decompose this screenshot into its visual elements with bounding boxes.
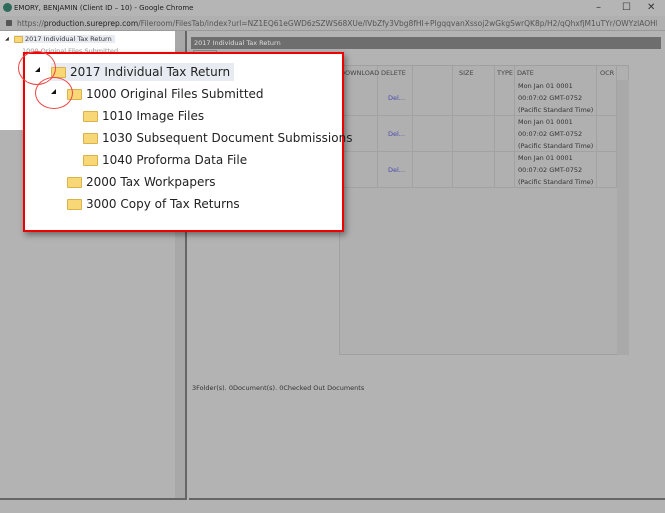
date-line: (Pacific Standard Time) <box>518 142 594 150</box>
date-line: 00:07:02 GMT-0752 <box>518 94 583 102</box>
date-cell: Mon Jan 01 0001 00:07:02 GMT-0752 (Pacific… <box>515 116 597 152</box>
date-cell: Mon Jan 01 0001 00:07:02 GMT-0752 (Pacific… <box>515 80 597 116</box>
tree-label: 1010 Image Files <box>102 109 205 123</box>
close-button[interactable]: ✕ <box>647 0 655 16</box>
date-line: (Pacific Standard Time) <box>518 178 594 186</box>
folder-icon <box>14 35 23 43</box>
files-table: DOWNLOAD DELETE SIZE TYPE DATE OCR Del..… <box>339 65 629 355</box>
table-scrollbar[interactable] <box>617 80 629 355</box>
lock-icon <box>6 20 12 26</box>
col-blank[interactable] <box>413 66 453 80</box>
tree-item[interactable]: 1040 Proforma Data File <box>83 151 247 169</box>
tree-label: 2017 Individual Tax Return <box>70 65 231 79</box>
tree-label: 1030 Subsequent Document Submissions <box>102 131 353 145</box>
table-cell <box>413 152 453 188</box>
table-row[interactable]: Del... Mon Jan 01 0001 00:07:02 GMT-0752 (P… <box>340 80 617 116</box>
expand-icon[interactable]: ◢ <box>5 36 9 42</box>
table-cell <box>495 116 515 152</box>
col-ocr[interactable]: OCR <box>597 66 617 80</box>
tree-item[interactable]: 2000 Tax Workpapers <box>67 173 216 191</box>
title-bar: EMORY, BENJAMIN (Client ID – 10) - Googl… <box>0 0 665 16</box>
date-line: Mon Jan 01 0001 <box>518 118 573 126</box>
date-line: Mon Jan 01 0001 <box>518 82 573 90</box>
tree-label: 2017 Individual Tax Return <box>25 35 112 43</box>
folder-icon <box>67 198 82 210</box>
folder-icon <box>83 154 98 166</box>
zoomed-tree-callout: 2017 Individual Tax Return 1000 Original … <box>18 51 352 232</box>
maximize-button[interactable]: ☐ <box>622 0 631 16</box>
date-line: 00:07:02 GMT-0752 <box>518 166 583 174</box>
table-cell <box>340 152 378 188</box>
table-cell <box>597 152 617 188</box>
table-cell <box>597 80 617 116</box>
tree-label: 3000 Copy of Tax Returns <box>86 197 240 211</box>
col-date[interactable]: DATE <box>515 66 597 80</box>
tree-label: 1000 Original Files Submitted <box>86 87 264 101</box>
table-cell <box>495 152 515 188</box>
col-download[interactable]: DOWNLOAD <box>340 66 379 80</box>
col-delete[interactable]: DELETE <box>378 66 413 80</box>
address-bar[interactable]: https://production.sureprep.com/Fileroom… <box>0 16 665 31</box>
date-cell: Mon Jan 01 0001 00:07:02 GMT-0752 (Pacific… <box>515 152 597 188</box>
table-cell <box>453 116 495 152</box>
minimize-button[interactable]: – <box>596 0 601 16</box>
date-line: (Pacific Standard Time) <box>518 106 594 114</box>
date-line: Mon Jan 01 0001 <box>518 154 573 162</box>
date-line: 00:07:02 GMT-0752 <box>518 130 583 138</box>
tree-item[interactable]: 3000 Copy of Tax Returns <box>67 195 240 213</box>
tree-item[interactable]: 1030 Subsequent Document Submissions <box>83 129 352 147</box>
table-cell <box>597 116 617 152</box>
col-size[interactable]: SIZE <box>453 66 495 80</box>
panel-header: 2017 Individual Tax Return <box>191 37 661 49</box>
tree-item-root[interactable]: 2017 Individual Tax Return <box>14 35 115 43</box>
window-title: EMORY, BENJAMIN (Client ID – 10) - Googl… <box>14 4 194 12</box>
col-type[interactable]: TYPE <box>495 66 515 80</box>
delete-link[interactable]: Del... <box>378 80 413 116</box>
delete-link[interactable]: Del... <box>378 152 413 188</box>
app-logo-icon <box>3 3 12 12</box>
folder-icon <box>83 132 98 144</box>
table-cell <box>453 80 495 116</box>
url-text: https://production.sureprep.com/Fileroom… <box>17 19 657 28</box>
table-row[interactable]: Del... Mon Jan 01 0001 00:07:02 GMT-0752 (P… <box>340 116 617 152</box>
tree-item[interactable]: 2017 Individual Tax Return <box>51 63 235 81</box>
table-cell <box>413 116 453 152</box>
annotation-circle <box>35 77 73 109</box>
status-text: 3Folder(s). 0Document(s). 0Checked Out D… <box>192 384 365 392</box>
tree-item[interactable]: 1010 Image Files <box>83 107 204 125</box>
table-cell <box>413 80 453 116</box>
table-cell <box>340 80 378 116</box>
tree-label: 2000 Tax Workpapers <box>86 175 216 189</box>
folder-icon <box>67 176 82 188</box>
table-cell <box>453 152 495 188</box>
tree-item[interactable]: 1000 Original Files Submitted <box>67 85 264 103</box>
table-row[interactable]: Del... Mon Jan 01 0001 00:07:02 GMT-0752 (P… <box>340 152 617 188</box>
delete-link[interactable]: Del... <box>378 116 413 152</box>
folder-icon <box>83 110 98 122</box>
table-cell <box>495 80 515 116</box>
tree-label: 1040 Proforma Data File <box>102 153 248 167</box>
